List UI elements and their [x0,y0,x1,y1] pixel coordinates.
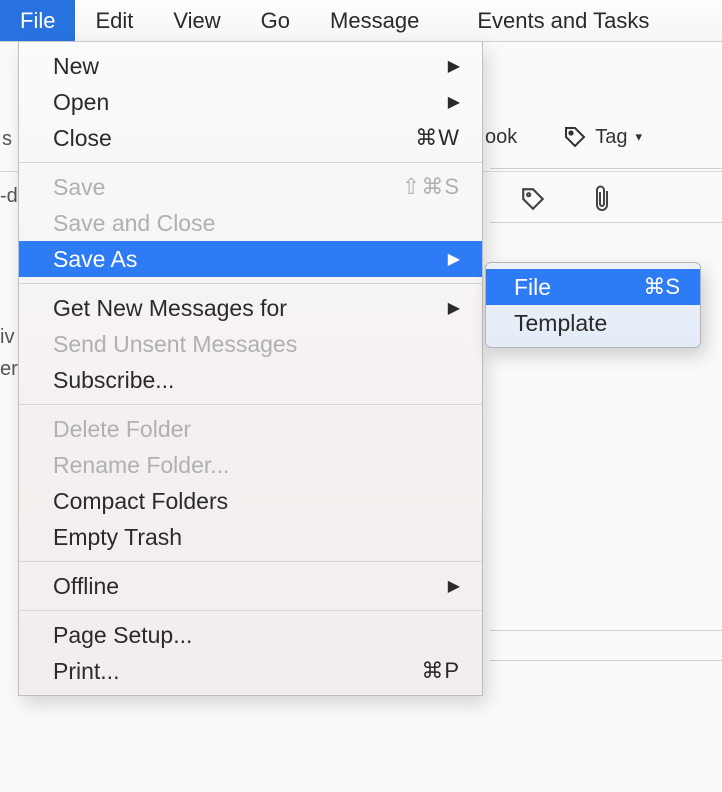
menu-label: Print... [53,658,421,685]
menu-item-save: Save ⇧⌘S [19,169,482,205]
menubar-label: Go [261,8,290,34]
menubar-label: Message [330,8,419,34]
submenu-item-file[interactable]: File ⌘S [486,269,700,305]
menu-item-delete-folder: Delete Folder [19,411,482,447]
menu-label: Delete Folder [53,416,460,443]
toolbar-row: ook Tag ▾ [485,125,642,149]
content-divider-2 [490,660,722,661]
bg-text-dash: -d [0,185,18,208]
menu-separator [19,162,482,163]
menubar-item-view[interactable]: View [153,0,240,41]
menu-item-rename-folder: Rename Folder... [19,447,482,483]
menu-label: Page Setup... [53,622,460,649]
bg-text-s: s [2,128,12,151]
submenu-arrow-icon: ▶ [442,56,460,76]
menu-separator [19,404,482,405]
menu-item-page-setup[interactable]: Page Setup... [19,617,482,653]
bg-text-er: er [0,358,18,381]
menubar-item-go[interactable]: Go [241,0,310,41]
submenu-arrow-icon: ▶ [442,576,460,596]
menu-label: Save [53,174,402,201]
menu-item-new[interactable]: New ▶ [19,48,482,84]
tag-icon [563,125,587,149]
menu-shortcut: ⌘P [421,658,460,684]
menubar: File Edit View Go Message Events and Tas… [0,0,722,42]
menubar-item-message[interactable]: Message [310,0,439,41]
paperclip-icon[interactable] [590,185,614,213]
tag-button[interactable]: Tag ▾ [563,125,642,149]
menubar-item-events[interactable]: Events and Tasks [457,0,669,41]
menu-label: Save As [53,246,442,273]
menu-item-subscribe[interactable]: Subscribe... [19,362,482,398]
content-divider [490,630,722,631]
menu-item-open[interactable]: Open ▶ [19,84,482,120]
menu-label: Save and Close [53,210,460,237]
menubar-label: File [20,8,55,34]
menu-item-empty-trash[interactable]: Empty Trash [19,519,482,555]
menu-item-save-and-close: Save and Close [19,205,482,241]
toolbar-row-2 [520,185,614,213]
menu-label: Rename Folder... [53,452,460,479]
submenu-label: File [514,274,643,301]
submenu-item-template[interactable]: Template [486,305,700,341]
menu-shortcut: ⇧⌘S [402,174,460,200]
tag-outline-icon[interactable] [520,186,546,212]
menu-label: Open [53,89,442,116]
menu-item-get-new-messages[interactable]: Get New Messages for ▶ [19,290,482,326]
bg-text-iv: iv [0,326,14,349]
menubar-item-file[interactable]: File [0,0,75,41]
menu-label: Empty Trash [53,524,460,551]
menu-label: Get New Messages for [53,295,442,322]
menu-item-send-unsent: Send Unsent Messages [19,326,482,362]
menu-separator [19,610,482,611]
menubar-label: Edit [95,8,133,34]
menu-label: Subscribe... [53,367,460,394]
menu-item-compact-folders[interactable]: Compact Folders [19,483,482,519]
submenu-shortcut: ⌘S [643,274,680,300]
submenu-label: Template [514,310,680,337]
toolbar-divider-2 [490,222,722,223]
tag-label: Tag [595,126,627,149]
menu-label: Close [53,125,415,152]
file-menu: New ▶ Open ▶ Close ⌘W Save ⇧⌘S Save and … [18,42,483,696]
menu-item-offline[interactable]: Offline ▶ [19,568,482,604]
addressbook-fragment: ook [485,126,517,149]
menu-label: New [53,53,442,80]
menu-separator [19,561,482,562]
menubar-item-edit[interactable]: Edit [75,0,153,41]
submenu-arrow-icon: ▶ [442,92,460,112]
menu-item-close[interactable]: Close ⌘W [19,120,482,156]
menu-label: Offline [53,573,442,600]
submenu-arrow-icon: ▶ [442,298,460,318]
menu-label: Send Unsent Messages [53,331,460,358]
menu-shortcut: ⌘W [415,125,460,151]
submenu-arrow-icon: ▶ [442,249,460,269]
menu-separator [19,283,482,284]
menubar-label: Events and Tasks [477,8,649,34]
menu-label: Compact Folders [53,488,460,515]
save-as-submenu: File ⌘S Template [485,262,701,348]
toolbar-divider [490,168,722,169]
menu-item-print[interactable]: Print... ⌘P [19,653,482,689]
menu-item-save-as[interactable]: Save As ▶ [19,241,482,277]
menubar-label: View [173,8,220,34]
chevron-down-icon: ▾ [636,129,643,145]
